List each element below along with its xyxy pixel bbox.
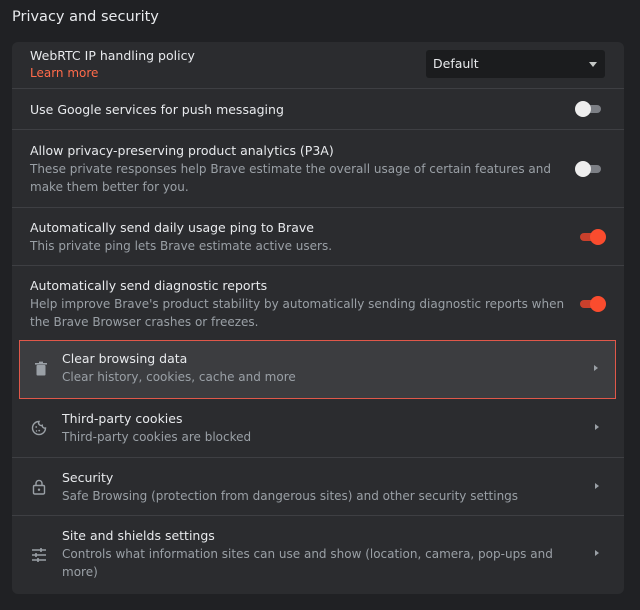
webrtc-title: WebRTC IP handling policy [30, 48, 195, 63]
privacy-settings-card: WebRTC IP handling policy Learn more Def… [12, 42, 624, 594]
lock-icon [32, 479, 46, 495]
learn-more-link[interactable]: Learn more [30, 66, 98, 80]
third-party-cookies-row[interactable]: Third-party cookies Third-party cookies … [12, 399, 624, 457]
p3a-desc-line2: make them better for you. [30, 180, 189, 194]
security-row[interactable]: Security Safe Browsing (protection from … [12, 457, 624, 515]
webrtc-row: WebRTC IP handling policy Learn more Def… [12, 42, 624, 88]
third-party-cookies-description: Third-party cookies are blocked [62, 430, 252, 444]
daily-ping-description: This private ping lets Brave estimate ac… [30, 239, 333, 253]
diagnostic-reports-description: Help improve Brave's product stability b… [30, 295, 564, 331]
security-title: Security [62, 470, 114, 485]
p3a-desc-line1: These private responses help Brave estim… [30, 162, 551, 176]
site-shields-settings-row[interactable]: Site and shields settings Controls what … [12, 515, 624, 594]
site-shields-desc-line2: more) [62, 565, 98, 579]
p3a-title: Allow privacy-preserving product analyti… [30, 143, 334, 158]
daily-ping-row: Automatically send daily usage ping to B… [12, 207, 624, 265]
push-messaging-title: Use Google services for push messaging [30, 102, 284, 117]
daily-ping-toggle[interactable] [578, 229, 606, 245]
clear-browsing-data-title: Clear browsing data [62, 351, 188, 366]
diagnostic-reports-title: Automatically send diagnostic reports [30, 278, 268, 293]
push-messaging-toggle[interactable] [575, 101, 603, 117]
push-messaging-row: Use Google services for push messaging [12, 88, 624, 129]
diagnostic-desc-line2: the Brave Browser crashes or freezes. [30, 315, 259, 329]
p3a-row: Allow privacy-preserving product analyti… [12, 129, 624, 207]
clear-browsing-data-row[interactable]: Clear browsing data Clear history, cooki… [19, 340, 616, 399]
section-title: Privacy and security [12, 9, 159, 25]
chevron-right-icon [595, 483, 599, 489]
sliders-icon [32, 548, 46, 562]
cookie-icon [31, 420, 47, 436]
clear-browsing-data-description: Clear history, cookies, cache and more [62, 370, 296, 384]
chevron-right-icon [594, 365, 598, 371]
diagnostic-desc-line1: Help improve Brave's product stability b… [30, 297, 565, 311]
third-party-cookies-title: Third-party cookies [62, 411, 183, 426]
webrtc-policy-select[interactable]: Default [426, 50, 605, 78]
webrtc-policy-value: Default [433, 56, 479, 71]
diagnostic-reports-row: Automatically send diagnostic reports He… [12, 265, 624, 340]
site-shields-settings-description: Controls what information sites can use … [62, 545, 553, 581]
p3a-description: These private responses help Brave estim… [30, 160, 551, 196]
site-shields-settings-title: Site and shields settings [62, 528, 215, 543]
dropdown-arrow-icon [589, 62, 597, 67]
daily-ping-title: Automatically send daily usage ping to B… [30, 220, 314, 235]
security-description: Safe Browsing (protection from dangerous… [62, 489, 519, 503]
diagnostic-reports-toggle[interactable] [578, 296, 606, 312]
chevron-right-icon [595, 424, 599, 430]
chevron-right-icon [595, 550, 599, 556]
p3a-toggle[interactable] [575, 161, 603, 177]
site-shields-desc-line1: Controls what information sites can use … [62, 547, 553, 561]
trash-icon [35, 361, 47, 376]
